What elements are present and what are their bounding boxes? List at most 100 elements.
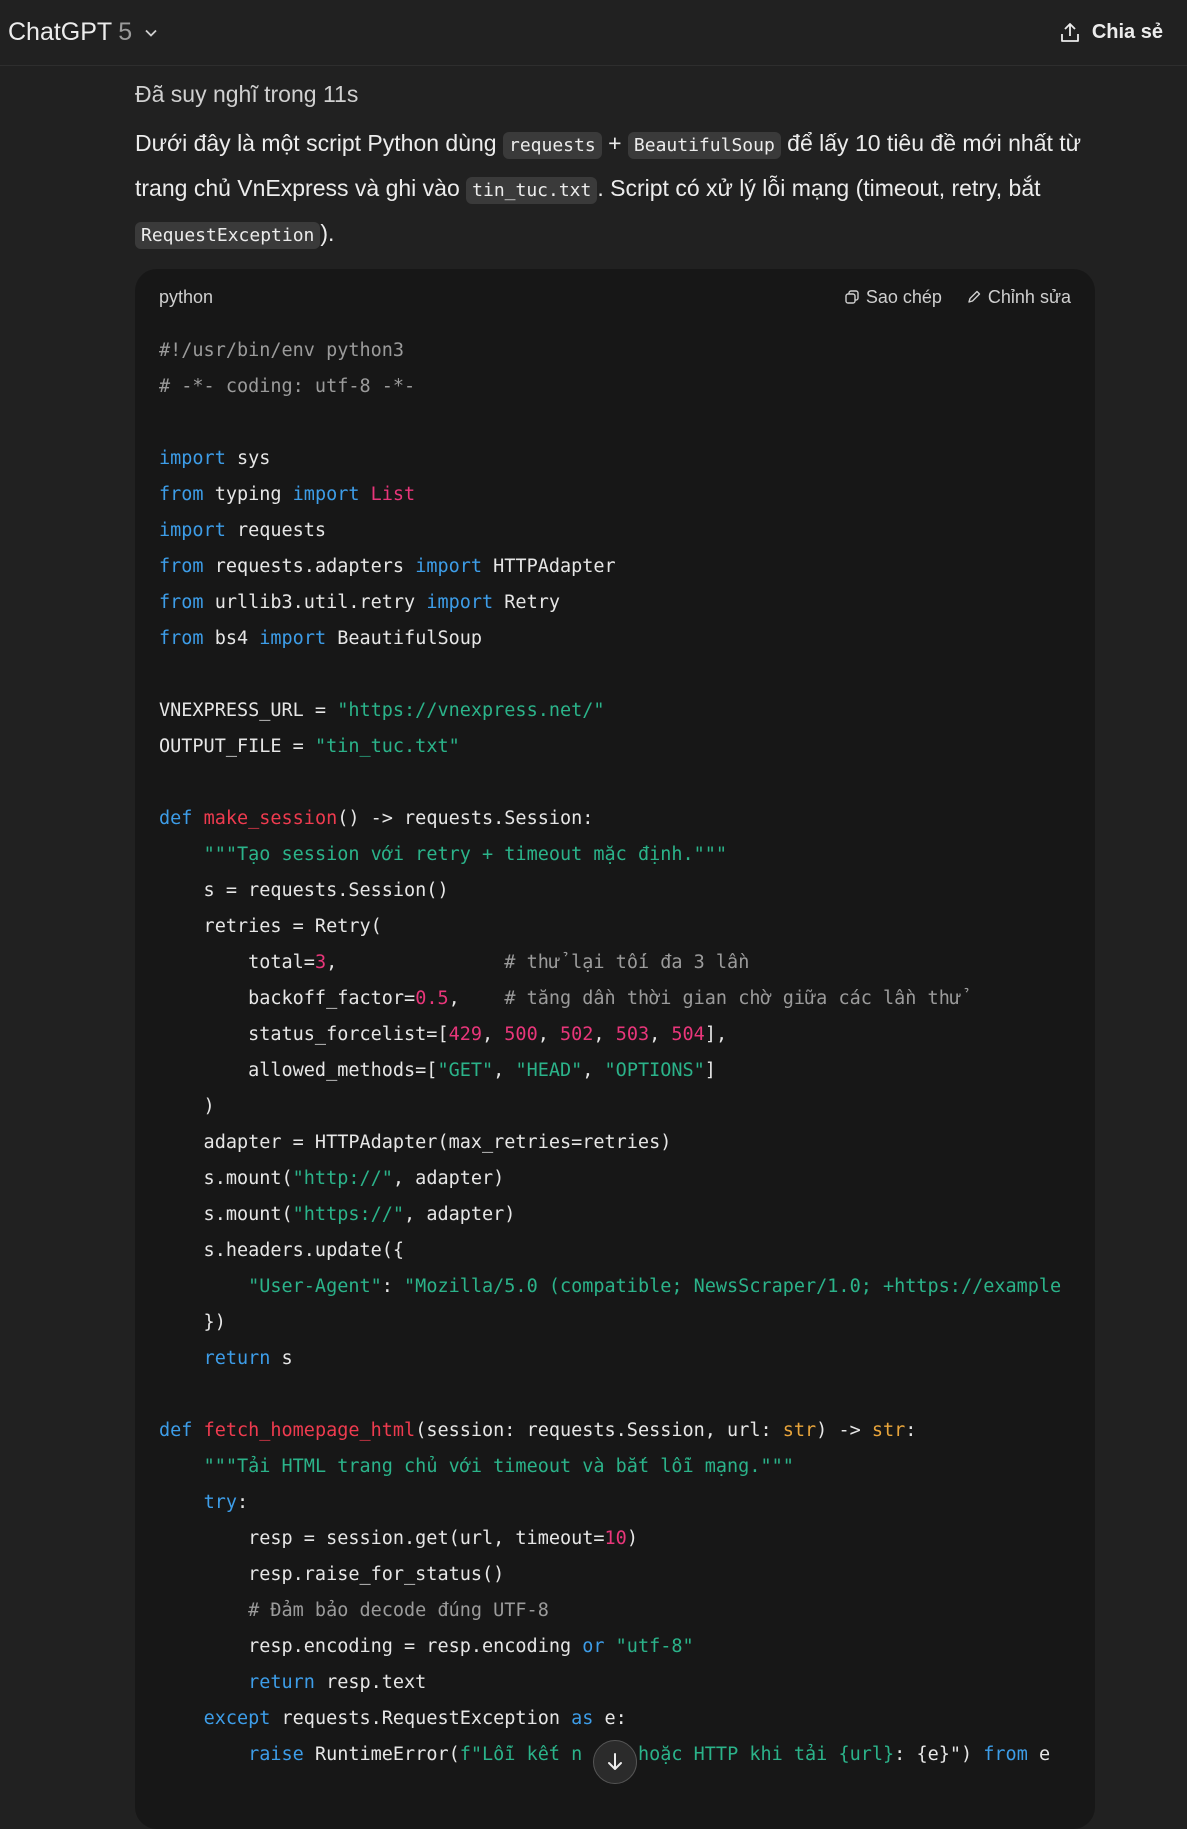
edit-button[interactable]: Chỉnh sửa [966, 287, 1071, 308]
code-token: # Đảm bảo decode đúng UTF-8 [248, 1600, 549, 1621]
code-token: VNEXPRESS_URL = [159, 700, 338, 721]
code-token: "https://" [292, 1204, 405, 1225]
code-token: """Tải HTML trang chủ với timeout và bắt… [203, 1456, 794, 1477]
code-token: s [270, 1348, 293, 1369]
code-token: 504 [671, 1024, 705, 1045]
code-token: return [203, 1348, 271, 1369]
code-token: import [426, 592, 494, 613]
code-line: def make_session() -> requests.Session: [159, 801, 1071, 837]
code-token: resp.text [314, 1672, 427, 1693]
code-token: s.mount( [159, 1168, 293, 1189]
code-token: , [649, 1024, 672, 1045]
code-token: , [582, 1060, 605, 1081]
code-token: requests.RequestException [270, 1708, 572, 1729]
code-line: from typing import List [159, 477, 1071, 513]
code-token: "GET" [437, 1060, 494, 1081]
model-version: 5 [118, 18, 133, 46]
code-token: allowed_methods=[ [159, 1060, 438, 1081]
code-token: , [482, 1024, 505, 1045]
share-label: Chia sẻ [1091, 21, 1163, 43]
inline-code: BeautifulSoup [627, 132, 781, 159]
code-token: "HEAD" [515, 1060, 583, 1081]
code-line: allowed_methods=["GET", "HEAD", "OPTIONS… [159, 1053, 1071, 1089]
code-token: resp.encoding = resp.encoding [159, 1636, 583, 1657]
code-token: , [448, 988, 505, 1009]
code-token: "utf-8" [615, 1636, 694, 1657]
copy-label: Sao chép [865, 286, 942, 307]
code-token: from [159, 628, 204, 649]
code-token: "http://" [292, 1168, 393, 1189]
code-line: resp.encoding = resp.encoding or "utf-8" [159, 1629, 1071, 1665]
code-token: ] [704, 1060, 716, 1081]
code-line: """Tạo session với retry + timeout mặc đ… [159, 837, 1071, 873]
code-token: : {e}") [894, 1744, 984, 1765]
code-token: , adapter) [392, 1168, 505, 1189]
code-token: import [159, 520, 226, 541]
model-switcher[interactable]: ChatGPT 5 [8, 18, 158, 47]
code-line: retries = Retry( [159, 909, 1071, 945]
code-line: s.headers.update({ [159, 1233, 1071, 1269]
code-token: resp = session.get(url, timeout= [159, 1528, 605, 1549]
chevron-down-icon [145, 29, 157, 37]
code-token: urllib3.util.retry [203, 592, 427, 613]
code-line: total=3, # thử lại tối đa 3 lần [159, 945, 1071, 981]
code-token: : [236, 1492, 249, 1513]
code-token: , [593, 1024, 616, 1045]
code-token: ) -> [816, 1420, 872, 1441]
code-token: str [782, 1420, 817, 1441]
code-token: requests [225, 520, 327, 541]
intro-text: + [601, 130, 628, 156]
code-token: e: [593, 1708, 627, 1729]
arrow-down-icon [608, 1753, 622, 1770]
code-token: 502 [560, 1024, 594, 1045]
code-token: Retry [493, 592, 560, 613]
code-token: typing [203, 484, 293, 505]
code-token: 10 [604, 1528, 627, 1549]
scroll-to-bottom-button[interactable] [593, 1740, 637, 1784]
code-block: python Sao chép Chỉnh sửa #!/usr/bin/env… [135, 269, 1095, 1829]
code-token: 0.5 [415, 988, 449, 1009]
code-token: retries = Retry( [159, 916, 382, 937]
code-token: "https://vnexpress.net/" [337, 700, 605, 721]
code-token: , adapter) [404, 1204, 516, 1225]
code-token: fetch_homepage_html [203, 1420, 416, 1441]
code-token: import [259, 628, 327, 649]
share-upload-icon [1060, 22, 1079, 42]
code-line: "User-Agent": "Mozilla/5.0 (compatible; … [159, 1269, 1071, 1305]
code-token: backoff_factor= [159, 988, 416, 1009]
code-block-header: python Sao chép Chỉnh sửa [135, 269, 1095, 325]
code-token: """Tạo session với retry + timeout mặc đ… [203, 844, 728, 865]
code-token: e [1027, 1744, 1051, 1765]
code-line: resp = session.get(url, timeout=10) [159, 1521, 1071, 1557]
code-token: : [381, 1276, 405, 1297]
code-token: , [537, 1024, 560, 1045]
code-line: from requests.adapters import HTTPAdapte… [159, 549, 1071, 585]
code-line: ) [159, 1089, 1071, 1125]
code-token: OUTPUT_FILE = [159, 736, 315, 757]
code-token: # tăng dần thời gian chờ giữa các lần th… [504, 988, 961, 1009]
code-token: ) [159, 1096, 215, 1117]
code-line: return s [159, 1341, 1071, 1377]
code-token: import [415, 556, 483, 577]
code-token: HTTPAdapter [482, 556, 616, 577]
code-line: adapter = HTTPAdapter(max_retries=retrie… [159, 1125, 1071, 1161]
code-line: resp.raise_for_status() [159, 1557, 1071, 1593]
assistant-message: Đã suy nghĩ trong 11s Dưới đây là một sc… [135, 66, 1095, 1829]
code-token: s.mount( [159, 1204, 293, 1225]
copy-button[interactable]: Sao chép [844, 287, 942, 308]
share-button[interactable]: Chia sẻ [1058, 21, 1163, 45]
code-token: #!/usr/bin/env python3 [159, 340, 405, 361]
code-token: ], [704, 1024, 728, 1045]
code-line: # Đảm bảo decode đúng UTF-8 [159, 1593, 1071, 1629]
thought-duration-toggle[interactable]: Đã suy nghĩ trong 11s [135, 76, 1095, 112]
code-line: status_forcelist=[429, 500, 502, 503, 50… [159, 1017, 1071, 1053]
